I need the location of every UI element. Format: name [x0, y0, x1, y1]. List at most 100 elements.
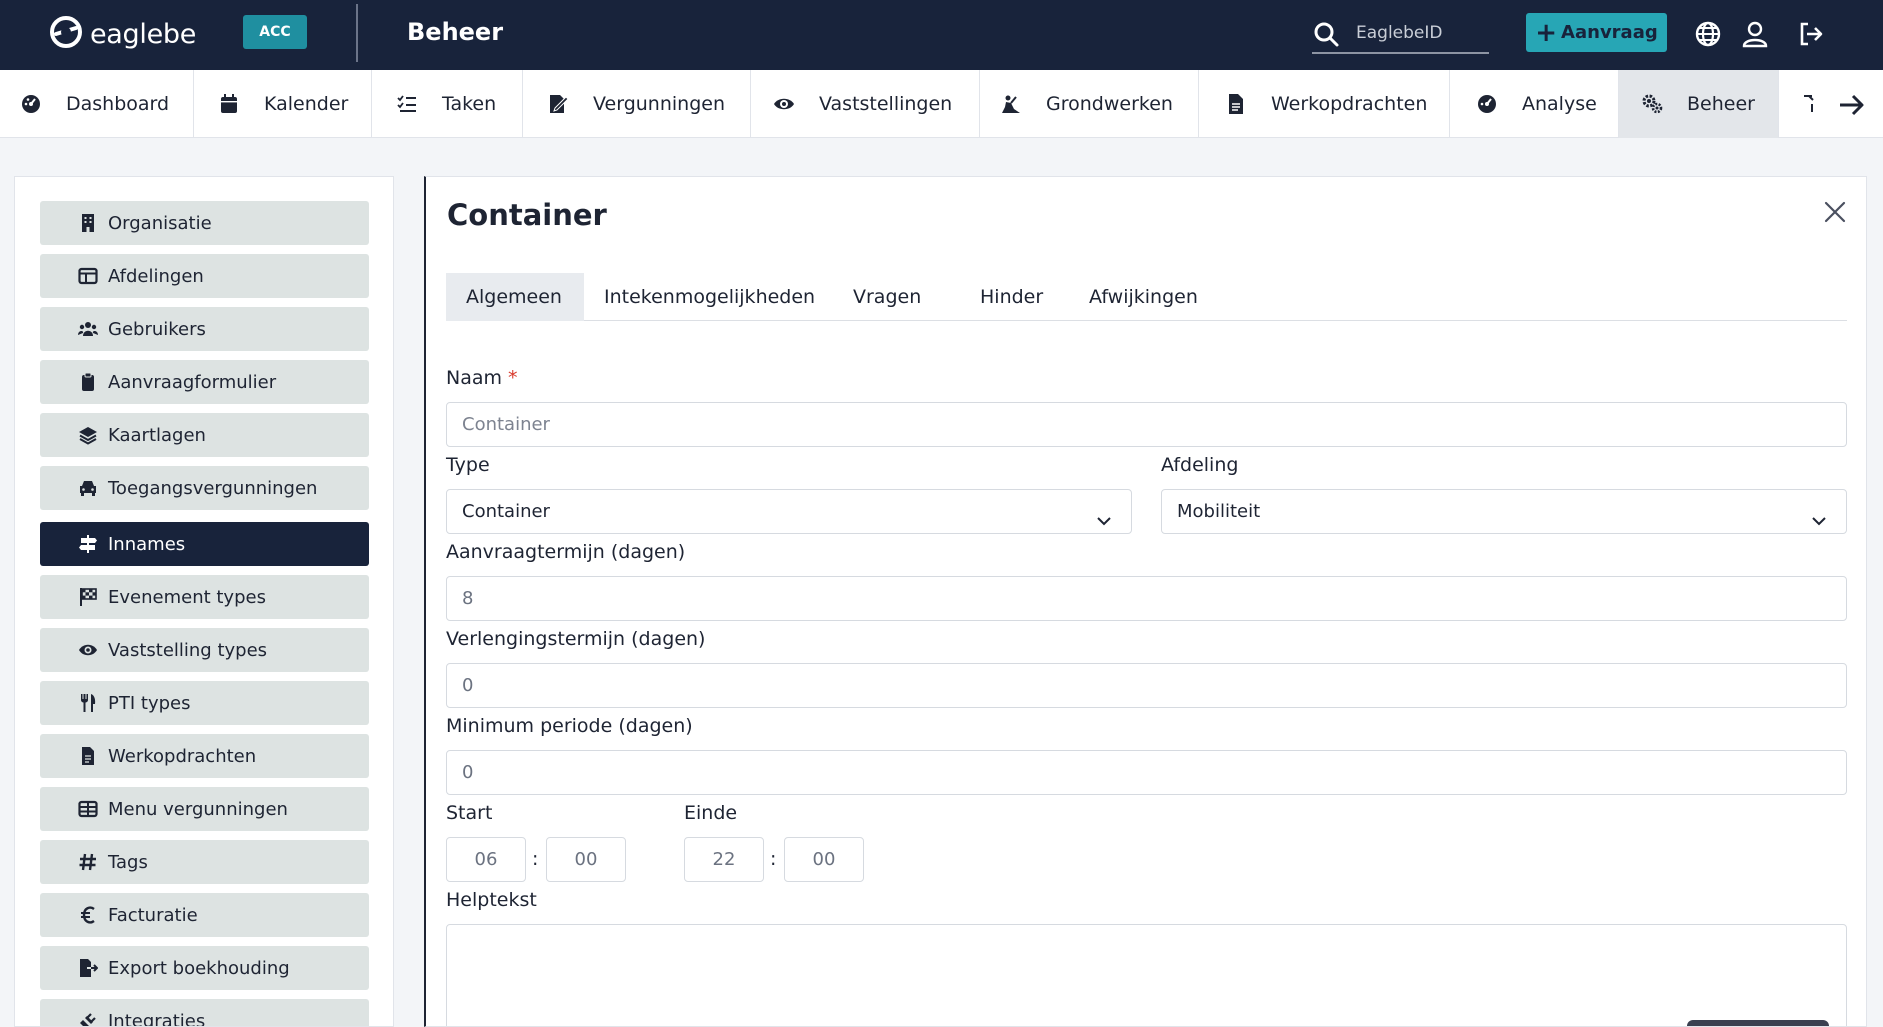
module-tab-analyse[interactable]: Analyse — [1450, 70, 1619, 138]
tab-algemeen[interactable]: Algemeen — [446, 273, 584, 321]
module-tab-label: Dashboard — [66, 93, 170, 115]
helptekst-textarea[interactable] — [446, 924, 1847, 1026]
page-title: Beheer — [407, 18, 504, 46]
type-select[interactable]: Container — [446, 489, 1132, 534]
type-label: Type — [446, 454, 490, 476]
sidebar-item-innames[interactable]: Innames — [40, 522, 369, 566]
sidebar-item-menu-vergunningen[interactable]: Menu vergunningen — [40, 787, 369, 831]
analyse-icon — [1476, 93, 1498, 115]
close-icon[interactable] — [1822, 199, 1848, 225]
sidebar-item-label: Toegangsvergunningen — [108, 477, 318, 499]
logout-icon[interactable] — [1797, 20, 1825, 48]
sidebar-item-label: Innames — [108, 533, 186, 555]
start-minute-input[interactable]: 00 — [546, 837, 626, 882]
globe-icon[interactable] — [1694, 20, 1722, 48]
sidebar-item-kaartlagen[interactable]: Kaartlagen — [40, 413, 369, 457]
euro-icon — [78, 905, 98, 925]
logo[interactable]: eaglebe — [48, 14, 196, 54]
module-tab-werkopdrachten[interactable]: Werkopdrachten — [1199, 70, 1450, 138]
search-input[interactable] — [1356, 19, 1486, 47]
aanvraagtermijn-label: Aanvraagtermijn (dagen) — [446, 541, 686, 563]
user-icon[interactable] — [1741, 20, 1769, 48]
tab-vragen[interactable]: Vragen — [833, 273, 941, 321]
start-hour-input[interactable]: 06 — [446, 837, 526, 882]
naam-input[interactable] — [446, 402, 1847, 447]
minimum-periode-input[interactable] — [446, 750, 1847, 795]
module-tab-label: Beheer — [1687, 93, 1755, 115]
tab-intekenmogelijkheden[interactable]: Intekenmogelijkheden — [584, 273, 835, 321]
file-export-icon — [78, 958, 98, 978]
einde-minute-input[interactable]: 00 — [784, 837, 864, 882]
sidebar-item-aanvraagformulier[interactable]: Aanvraagformulier — [40, 360, 369, 404]
detail-panel: Container Algemeen Intekenmogelijkheden … — [424, 176, 1867, 1027]
sidebar-item-label: Integraties — [108, 1010, 206, 1027]
einde-label: Einde — [684, 802, 738, 824]
eaglebe-logo-icon — [48, 14, 84, 54]
sidebar-item-label: Gebruikers — [108, 318, 206, 340]
eye-icon — [78, 640, 98, 660]
module-tab-grondwerken[interactable]: Grondwerken — [980, 70, 1199, 138]
chevron-down-icon — [1810, 503, 1828, 526]
module-tab-label: Vergunningen — [593, 93, 725, 115]
afdeling-select[interactable]: Mobiliteit — [1161, 489, 1847, 534]
new-request-button[interactable]: + Aanvraag — [1526, 13, 1667, 52]
aanvraagtermijn-input[interactable] — [446, 576, 1847, 621]
sidebar-item-label: Werkopdrachten — [108, 745, 257, 767]
document-icon — [78, 746, 98, 766]
sidebar-item-toegangsvergunningen[interactable]: Toegangsvergunningen — [40, 466, 369, 510]
cogs-icon — [1641, 93, 1663, 115]
module-tab-dashboard[interactable]: Dashboard — [0, 70, 194, 138]
document-icon — [1225, 93, 1247, 115]
module-tab-label: Vaststellingen — [819, 93, 953, 115]
sidebar-item-afdelingen[interactable]: Afdelingen — [40, 254, 369, 298]
module-tab-taken[interactable]: Taken — [372, 70, 523, 138]
permit-icon — [547, 93, 569, 115]
layers-icon — [78, 425, 98, 445]
verlengingstermijn-input[interactable] — [446, 663, 1847, 708]
module-tab-beheer[interactable]: Beheer — [1619, 70, 1779, 138]
tasks-icon — [396, 93, 418, 115]
sidebar-item-label: Tags — [108, 851, 148, 873]
admin-sidebar: Organisatie Afdelingen Gebruikers Aanvra… — [14, 176, 394, 1027]
sidebar-item-facturatie[interactable]: Facturatie — [40, 893, 369, 937]
module-tab-label: Grondwerken — [1046, 93, 1173, 115]
naam-label: Naam * — [446, 365, 518, 391]
flag-checkered-icon — [78, 587, 98, 607]
dashboard-icon — [20, 93, 42, 115]
sidebar-item-organisatie[interactable]: Organisatie — [40, 201, 369, 245]
search-box — [1312, 14, 1489, 54]
plug-icon — [78, 1011, 98, 1026]
module-tab-label: Taken — [442, 93, 497, 115]
sidebar-item-export-boekhouding[interactable]: Export boekhouding — [40, 946, 369, 990]
sidebar-item-label: Vaststelling types — [108, 639, 268, 661]
header-divider — [356, 4, 358, 62]
partial-tab-icon[interactable] — [1800, 92, 1820, 116]
module-tab-vergunningen[interactable]: Vergunningen — [523, 70, 751, 138]
module-tab-label: Werkopdrachten — [1271, 93, 1428, 115]
sidebar-item-evenement-types[interactable]: Evenement types — [40, 575, 369, 619]
users-icon — [78, 319, 98, 339]
clipboard-icon — [78, 372, 98, 392]
excavation-icon — [1000, 93, 1022, 115]
eye-icon — [773, 93, 795, 115]
sidebar-item-gebruikers[interactable]: Gebruikers — [40, 307, 369, 351]
sidebar-item-tags[interactable]: Tags — [40, 840, 369, 884]
sidebar-item-integraties[interactable]: Integraties — [40, 999, 369, 1027]
module-tab-label: Kalender — [264, 93, 349, 115]
top-bar: eaglebe ACC Beheer + Aanvraag — [0, 0, 1883, 70]
einde-hour-input[interactable]: 22 — [684, 837, 764, 882]
sidebar-item-vaststelling-types[interactable]: Vaststelling types — [40, 628, 369, 672]
hashtag-icon — [78, 852, 98, 872]
tab-afwijkingen[interactable]: Afwijkingen — [1069, 273, 1218, 321]
sidebar-item-pti-types[interactable]: PTI types — [40, 681, 369, 725]
floating-button-partial[interactable] — [1687, 1020, 1829, 1026]
module-tab-kalender[interactable]: Kalender — [194, 70, 372, 138]
sidebar-item-werkopdrachten[interactable]: Werkopdrachten — [40, 734, 369, 778]
tab-hinder[interactable]: Hinder — [960, 273, 1063, 321]
panel-title: Container — [447, 198, 607, 232]
car-icon — [78, 478, 98, 498]
module-tab-vaststellingen[interactable]: Vaststellingen — [751, 70, 980, 138]
arrow-right-icon[interactable] — [1836, 90, 1866, 120]
sidebar-item-label: Export boekhouding — [108, 957, 290, 979]
helptekst-label: Helptekst — [446, 889, 537, 911]
